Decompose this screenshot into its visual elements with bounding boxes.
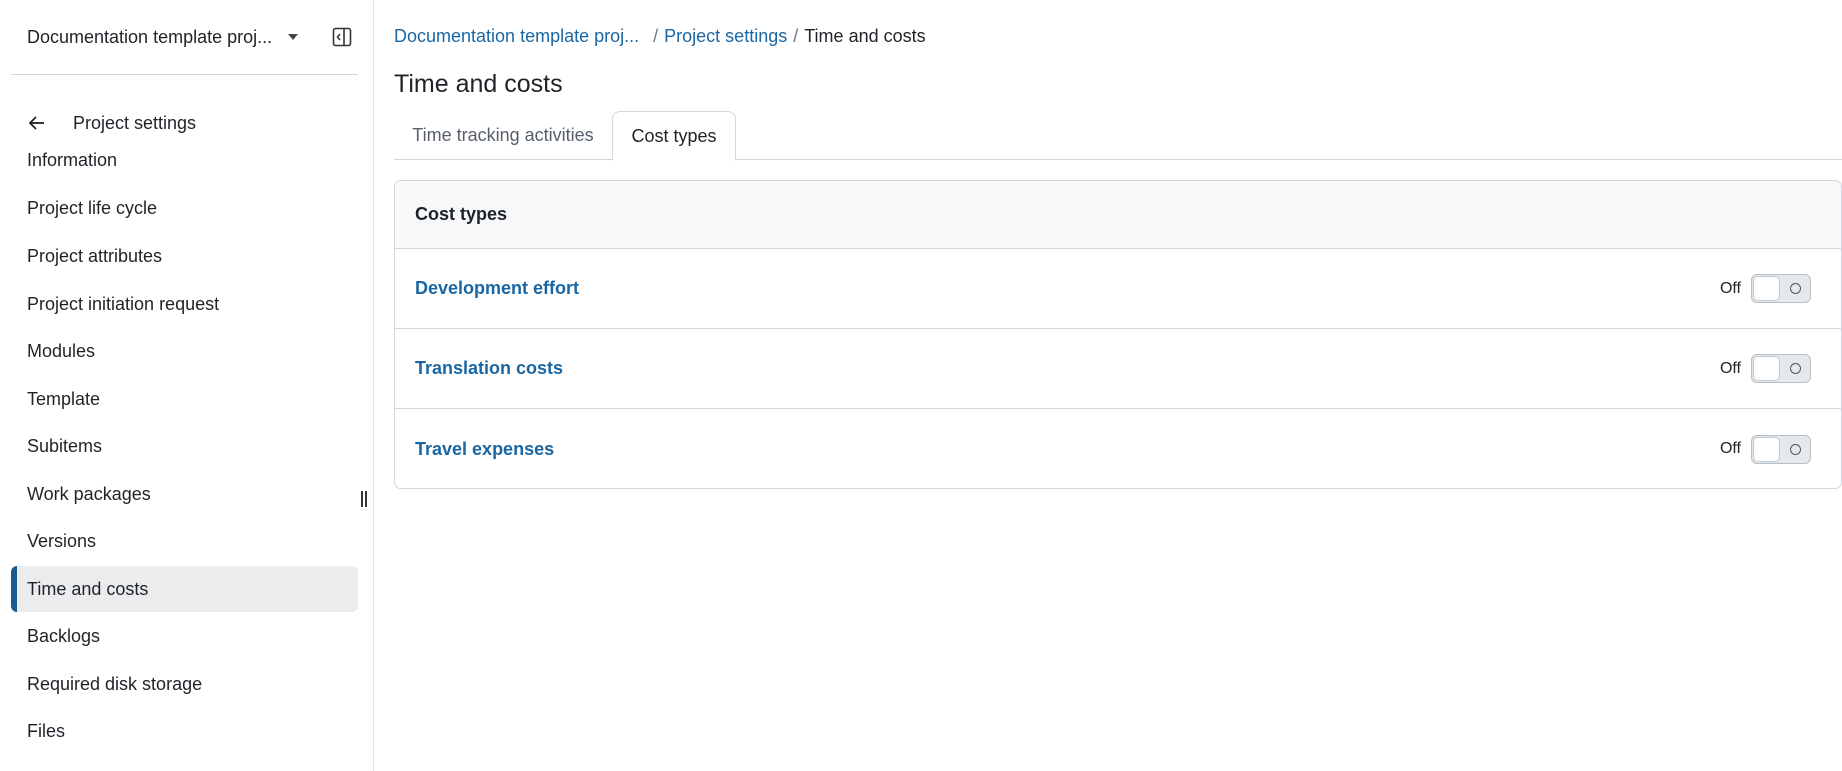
breadcrumb-project[interactable]: Documentation template proj... xyxy=(394,26,639,47)
sidebar-item-modules[interactable]: Modules xyxy=(11,328,358,374)
toggle-group: Off xyxy=(1720,274,1811,303)
sidebar: Documentation template proj... Project s… xyxy=(0,0,374,771)
tab-cost-types[interactable]: Cost types xyxy=(612,111,736,161)
sidebar-item-required-disk-storage[interactable]: Required disk storage xyxy=(11,661,358,707)
breadcrumb-current: Time and costs xyxy=(804,26,926,46)
resize-handle-icon[interactable] xyxy=(361,491,369,507)
toggle-switch[interactable] xyxy=(1751,434,1811,464)
cost-type-link[interactable]: Translation costs xyxy=(415,358,563,379)
breadcrumb-separator: / xyxy=(653,26,659,46)
cost-type-link[interactable]: Development effort xyxy=(415,278,579,299)
toggle-off-icon xyxy=(1790,443,1801,455)
toggle-switch[interactable] xyxy=(1751,274,1811,303)
cost-type-link[interactable]: Travel expenses xyxy=(415,439,554,460)
toggle-group: Off xyxy=(1719,434,1811,464)
list-item: Development effort Off xyxy=(395,249,1841,329)
breadcrumb-project-settings[interactable]: Project settings xyxy=(664,26,787,47)
page-title: Time and costs xyxy=(394,70,563,98)
project-name: Documentation template proj... xyxy=(27,26,273,47)
toggle-off-icon xyxy=(1790,283,1801,294)
sidebar-item-project-life-cycle[interactable]: Project life cycle xyxy=(11,185,358,231)
cost-types-header: Cost types xyxy=(395,181,1841,249)
cost-types-table: Cost types Development effort Off Transl… xyxy=(394,180,1842,489)
caret-down-icon xyxy=(288,34,299,40)
list-item: Travel expenses Off xyxy=(395,409,1841,488)
tab-time-tracking-activities[interactable]: Time tracking activities xyxy=(394,111,612,160)
main-content: Documentation template proj... / Project… xyxy=(374,0,1842,771)
toggle-knob xyxy=(1753,276,1780,301)
breadcrumb: Documentation template proj... / Project… xyxy=(394,26,926,47)
sidebar-item-time-and-costs[interactable]: Time and costs xyxy=(11,566,358,612)
toggle-state-label: Off xyxy=(1719,359,1741,377)
project-selector[interactable]: Documentation template proj... xyxy=(0,0,373,74)
sidebar-collapse-icon[interactable] xyxy=(331,26,353,48)
toggle-state-label: Off xyxy=(1719,279,1741,297)
toggle-switch[interactable] xyxy=(1751,354,1811,383)
sidebar-item-project-attributes[interactable]: Project attributes xyxy=(11,233,358,279)
sidebar-item-work-packages[interactable]: Work packages xyxy=(11,471,358,517)
breadcrumb-separator: / xyxy=(793,26,799,46)
back-label: Project settings xyxy=(73,112,197,133)
sidebar-item-backlogs[interactable]: Backlogs xyxy=(11,613,358,659)
sidebar-item-information[interactable]: Information xyxy=(11,137,358,183)
sidebar-item-versions[interactable]: Versions xyxy=(11,518,358,564)
app: Documentation template proj... Project s… xyxy=(0,0,1842,771)
arrow-left-icon[interactable] xyxy=(27,113,47,133)
toggle-knob xyxy=(1753,436,1780,462)
list-item: Translation costs Off xyxy=(395,329,1841,409)
sidebar-item-template[interactable]: Template xyxy=(11,376,358,422)
tab-bar: Time tracking activities Cost types xyxy=(394,111,1842,161)
toggle-knob xyxy=(1753,356,1780,381)
sidebar-item-subitems[interactable]: Subitems xyxy=(11,423,358,469)
toggle-off-icon xyxy=(1790,363,1801,374)
toggle-state-label: Off xyxy=(1719,440,1741,457)
sidebar-item-project-initiation-request[interactable]: Project initiation request xyxy=(11,281,358,327)
toggle-group: Off xyxy=(1720,354,1811,383)
sidebar-item-files[interactable]: Files xyxy=(11,708,358,754)
